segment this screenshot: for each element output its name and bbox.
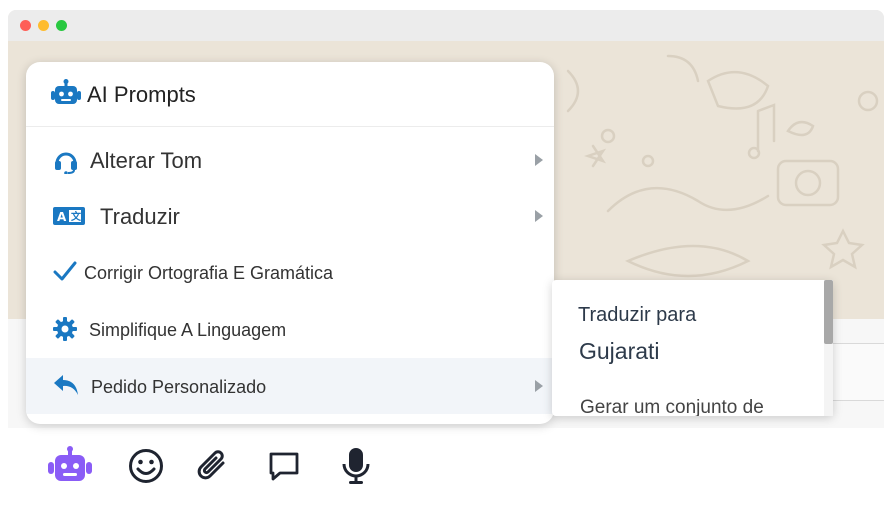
comment-icon[interactable] xyxy=(268,451,300,488)
language-option[interactable]: Gujarati xyxy=(579,338,660,365)
svg-text:文: 文 xyxy=(71,210,82,223)
chevron-right-icon xyxy=(535,154,543,166)
maximize-window-button[interactable] xyxy=(56,20,67,31)
paperclip-icon[interactable] xyxy=(193,446,229,489)
menu-item-alterar-tom[interactable]: Alterar Tom xyxy=(26,132,554,188)
minimize-window-button[interactable] xyxy=(38,20,49,31)
emoji-icon[interactable] xyxy=(128,448,164,489)
check-icon xyxy=(53,261,77,286)
svg-text:A: A xyxy=(57,210,67,224)
menu-item-traduzir[interactable]: A 文 Traduzir xyxy=(26,188,554,244)
menu-title: AI Prompts xyxy=(87,82,196,107)
menu-item-simplifique[interactable]: Simplifique A Linguagem xyxy=(26,300,554,356)
submenu-title: Traduzir para xyxy=(578,304,697,326)
reply-icon xyxy=(53,374,79,401)
menu-item-label: Alterar Tom xyxy=(90,148,203,173)
menu-item-corrigir-ortografia[interactable]: Corrigir Ortografia E Gramática xyxy=(26,244,554,300)
translate-icon: A 文 xyxy=(53,206,85,231)
submenu-description[interactable]: Gerar um conjunto de xyxy=(580,397,764,416)
robot-icon[interactable] xyxy=(47,446,93,489)
window-titlebar xyxy=(8,10,884,41)
robot-icon xyxy=(50,79,82,112)
menu-header: AI Prompts xyxy=(26,62,554,127)
translate-submenu: Traduzir para Gujarati Gerar um conjunto… xyxy=(552,280,833,416)
gear-icon xyxy=(53,317,77,346)
ai-prompts-menu: AI Prompts Alterar Tom A 文 Traduzir Corr… xyxy=(26,62,554,424)
microphone-icon[interactable] xyxy=(341,447,371,490)
menu-item-pedido-personalizado[interactable]: Pedido Personalizado xyxy=(26,358,554,414)
chevron-right-icon xyxy=(535,210,543,222)
chevron-right-icon xyxy=(535,380,543,392)
menu-item-label: Corrigir Ortografia E Gramática xyxy=(84,263,334,283)
headset-icon xyxy=(53,148,79,179)
close-window-button[interactable] xyxy=(20,20,31,31)
menu-item-label: Pedido Personalizado xyxy=(91,377,267,397)
menu-item-label: Traduzir xyxy=(100,204,180,229)
menu-item-label: Simplifique A Linguagem xyxy=(89,320,287,340)
submenu-scrollbar-thumb[interactable] xyxy=(824,280,833,344)
